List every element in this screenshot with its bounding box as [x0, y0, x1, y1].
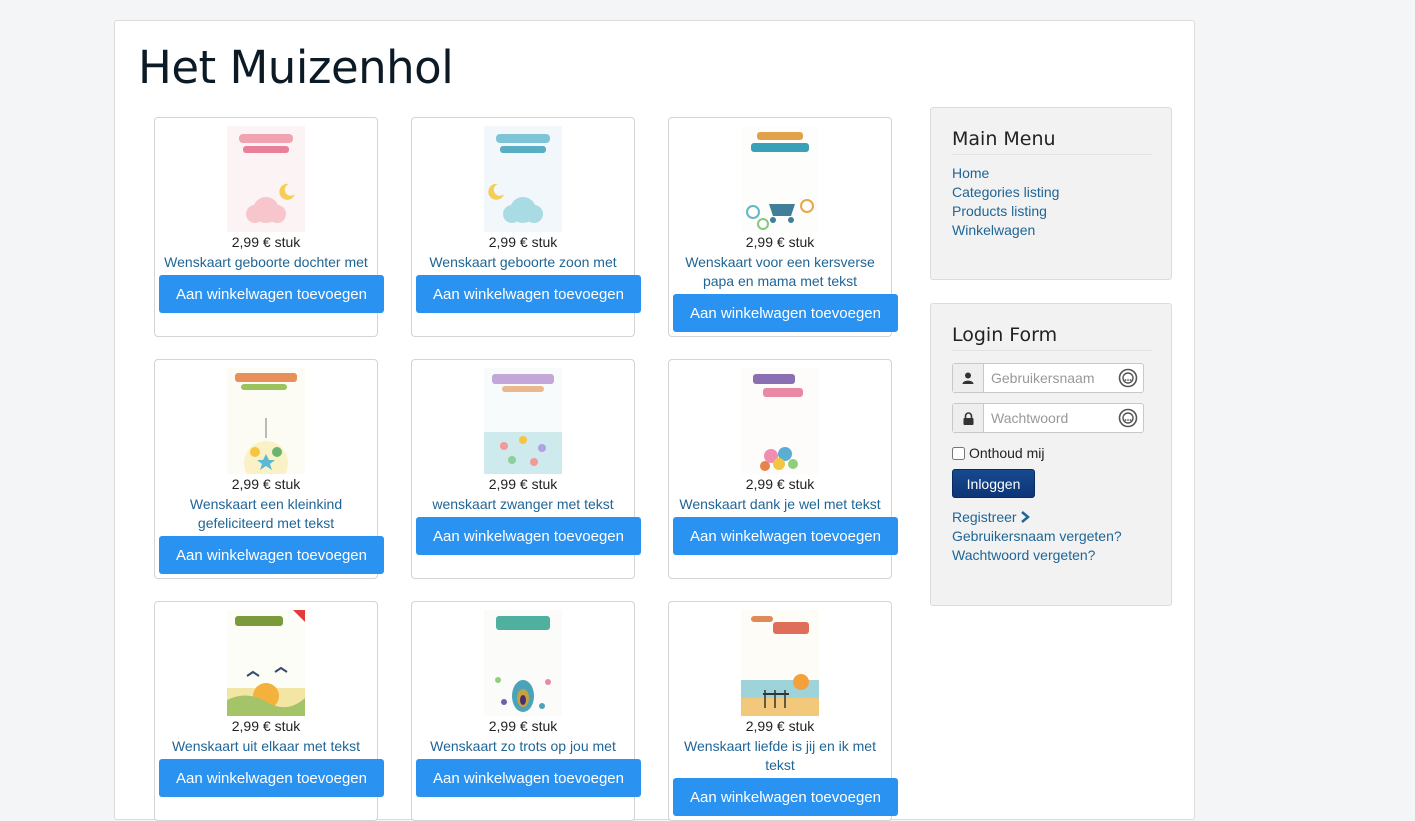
main-menu-title: Main Menu: [952, 128, 1152, 155]
product-image[interactable]: [227, 610, 305, 716]
login-links: Registreer Gebruikersnaam vergeten? Wach…: [952, 508, 1122, 565]
greeting-card-image: [484, 610, 562, 716]
greeting-card-image: [741, 126, 819, 232]
product-price: 2,99 € stuk: [488, 234, 558, 250]
add-to-cart-button[interactable]: Aan winkelwagen toevoegen: [673, 294, 898, 332]
greeting-card-image: [484, 126, 562, 232]
product-card: 2,99 € stuk Wenskaart dank je wel met tek…: [668, 359, 898, 579]
product-title-link[interactable]: Wenskaart voor een kersverse papa en mam…: [673, 253, 887, 291]
login-module: Login Form Onthoud mij Inloggen Registre…: [930, 303, 1172, 606]
product-card: 2,99 € stuk Wenskaart uit elkaar met teks…: [154, 601, 384, 821]
add-to-cart-button[interactable]: Aan winkelwagen toevoegen: [159, 759, 384, 797]
greeting-card-image: [227, 610, 305, 716]
product-card: 2,99 € stukWenskaart geboorte zoon met t…: [411, 117, 641, 337]
add-to-cart-button[interactable]: Aan winkelwagen toevoegen: [159, 536, 384, 574]
greeting-card-image: [227, 126, 305, 232]
product-title-link[interactable]: Wenskaart uit elkaar met tekst: [159, 737, 373, 756]
password-field-group: [952, 403, 1144, 433]
product-card: 2,99 € stuk Wenskaart zo trots op jou met…: [411, 601, 641, 821]
greeting-card-image: [227, 368, 305, 474]
username-input[interactable]: [985, 364, 1105, 392]
password-manager-icon[interactable]: [1118, 408, 1138, 428]
main-menu-list: Home Categories listing Products listing…: [952, 164, 1059, 240]
product-card: 2,99 € stuk Wenskaart voor een kersverse …: [668, 117, 898, 337]
product-title-link[interactable]: Wenskaart een kleinkind gefeliciteerd me…: [159, 495, 373, 533]
lock-icon: [953, 404, 984, 432]
product-price: 2,99 € stuk: [745, 476, 815, 492]
product-card: 2,99 € stuk Wenskaart liefde is jij en ik…: [668, 601, 898, 821]
remember-me-label: Onthoud mij: [969, 445, 1045, 461]
product-image[interactable]: [741, 610, 819, 716]
chevron-right-icon: [1021, 511, 1031, 523]
site-title: Het Muizenhol: [138, 41, 454, 94]
page-container: Het Muizenhol 2,99 € stuk Wenskaart geboo…: [114, 20, 1195, 821]
menu-item-categories[interactable]: Categories listing: [952, 183, 1059, 202]
login-button[interactable]: Inloggen: [952, 469, 1035, 498]
product-price: 2,99 € stuk: [231, 234, 301, 250]
menu-item-home[interactable]: Home: [952, 164, 1059, 183]
product-price: 2,99 € stuk: [488, 476, 558, 492]
product-image[interactable]: [227, 126, 305, 232]
product-image[interactable]: [227, 368, 305, 474]
product-image[interactable]: [741, 126, 819, 232]
main-menu-module: Main Menu Home Categories listing Produc…: [930, 107, 1172, 280]
add-to-cart-button[interactable]: Aan winkelwagen toevoegen: [673, 778, 898, 816]
product-price: 2,99 € stuk: [745, 234, 815, 250]
product-card: 2,99 € stuk Wenskaart een kleinkind gefel…: [154, 359, 384, 579]
add-to-cart-button[interactable]: Aan winkelwagen toevoegen: [416, 275, 641, 313]
product-image[interactable]: [741, 368, 819, 474]
forgot-username-link[interactable]: Gebruikersnaam vergeten?: [952, 527, 1122, 546]
add-to-cart-button[interactable]: Aan winkelwagen toevoegen: [673, 517, 898, 555]
add-to-cart-button[interactable]: Aan winkelwagen toevoegen: [159, 275, 384, 313]
greeting-card-image: [741, 368, 819, 474]
product-card: 2,99 € stuk Wenskaart geboorte dochter me…: [154, 117, 384, 337]
product-price: 2,99 € stuk: [231, 718, 301, 734]
menu-item-cart[interactable]: Winkelwagen: [952, 221, 1059, 240]
remember-me[interactable]: Onthoud mij: [952, 445, 1044, 461]
login-title: Login Form: [952, 324, 1152, 351]
remember-me-checkbox[interactable]: [952, 446, 965, 460]
product-title-link[interactable]: Wenskaart dank je wel met tekst: [673, 495, 887, 514]
forgot-password-link[interactable]: Wachtwoord vergeten?: [952, 546, 1122, 565]
menu-item-products[interactable]: Products listing: [952, 202, 1059, 221]
product-image[interactable]: [484, 610, 562, 716]
product-price: 2,99 € stuk: [745, 718, 815, 734]
user-icon: [953, 364, 984, 392]
add-to-cart-button[interactable]: Aan winkelwagen toevoegen: [416, 759, 641, 797]
product-price: 2,99 € stuk: [231, 476, 301, 492]
greeting-card-image: [484, 368, 562, 474]
register-link[interactable]: Registreer: [952, 508, 1122, 527]
password-manager-icon[interactable]: [1118, 368, 1138, 388]
greeting-card-image: [741, 610, 819, 716]
add-to-cart-button[interactable]: Aan winkelwagen toevoegen: [416, 517, 641, 555]
product-price: 2,99 € stuk: [488, 718, 558, 734]
product-grid: 2,99 € stuk Wenskaart geboorte dochter me…: [154, 117, 898, 821]
product-title-link[interactable]: Wenskaart liefde is jij en ik met tekst: [673, 737, 887, 775]
product-image[interactable]: [484, 126, 562, 232]
product-image[interactable]: [484, 368, 562, 474]
password-input[interactable]: [985, 404, 1105, 432]
username-field-group: [952, 363, 1144, 393]
product-card: 2,99 € stuk wenskaart zwanger met tekst Aa…: [411, 359, 641, 579]
product-title-link[interactable]: wenskaart zwanger met tekst: [416, 495, 630, 514]
